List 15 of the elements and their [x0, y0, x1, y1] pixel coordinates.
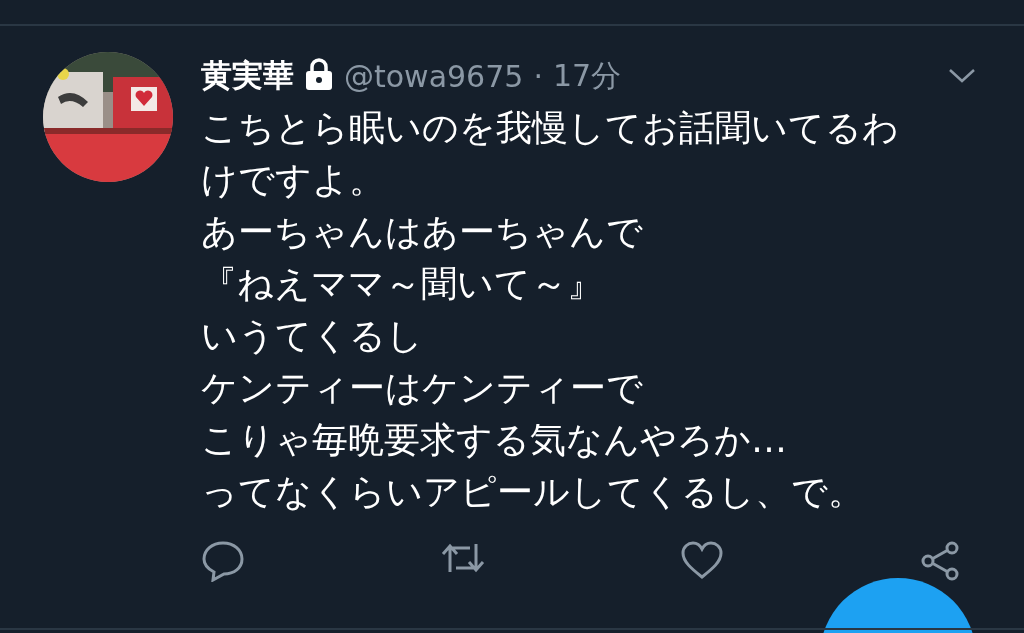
chevron-down-icon[interactable] — [948, 68, 976, 84]
tweet-text-line: こりゃ毎晩要求する気なんやろか… — [201, 418, 787, 462]
tweet-text-line: いうてくるし — [201, 314, 423, 358]
separator: · — [533, 58, 543, 94]
timestamp: 17分 — [552, 56, 622, 95]
tweet-text-line: けですよ。 — [201, 158, 385, 202]
tweet-text-line: あーちゃんはあーちゃんで — [201, 210, 643, 254]
user-handle: @towa9675 — [344, 58, 524, 94]
heart-icon[interactable] — [680, 540, 725, 580]
tweet-text-line: 『ねえママ～聞いて～』 — [201, 262, 603, 306]
tweet-text-line: ケンティーはケンティーで — [201, 366, 643, 410]
user-name[interactable]: 黄実華 — [201, 55, 294, 97]
tweet-text-line: こちとら眠いのを我慢してお話聞いてるわ — [201, 106, 899, 150]
reply-icon[interactable] — [201, 540, 245, 582]
tweet-text-line: ってなくらいアピールしてくるし、で。 — [201, 470, 864, 514]
